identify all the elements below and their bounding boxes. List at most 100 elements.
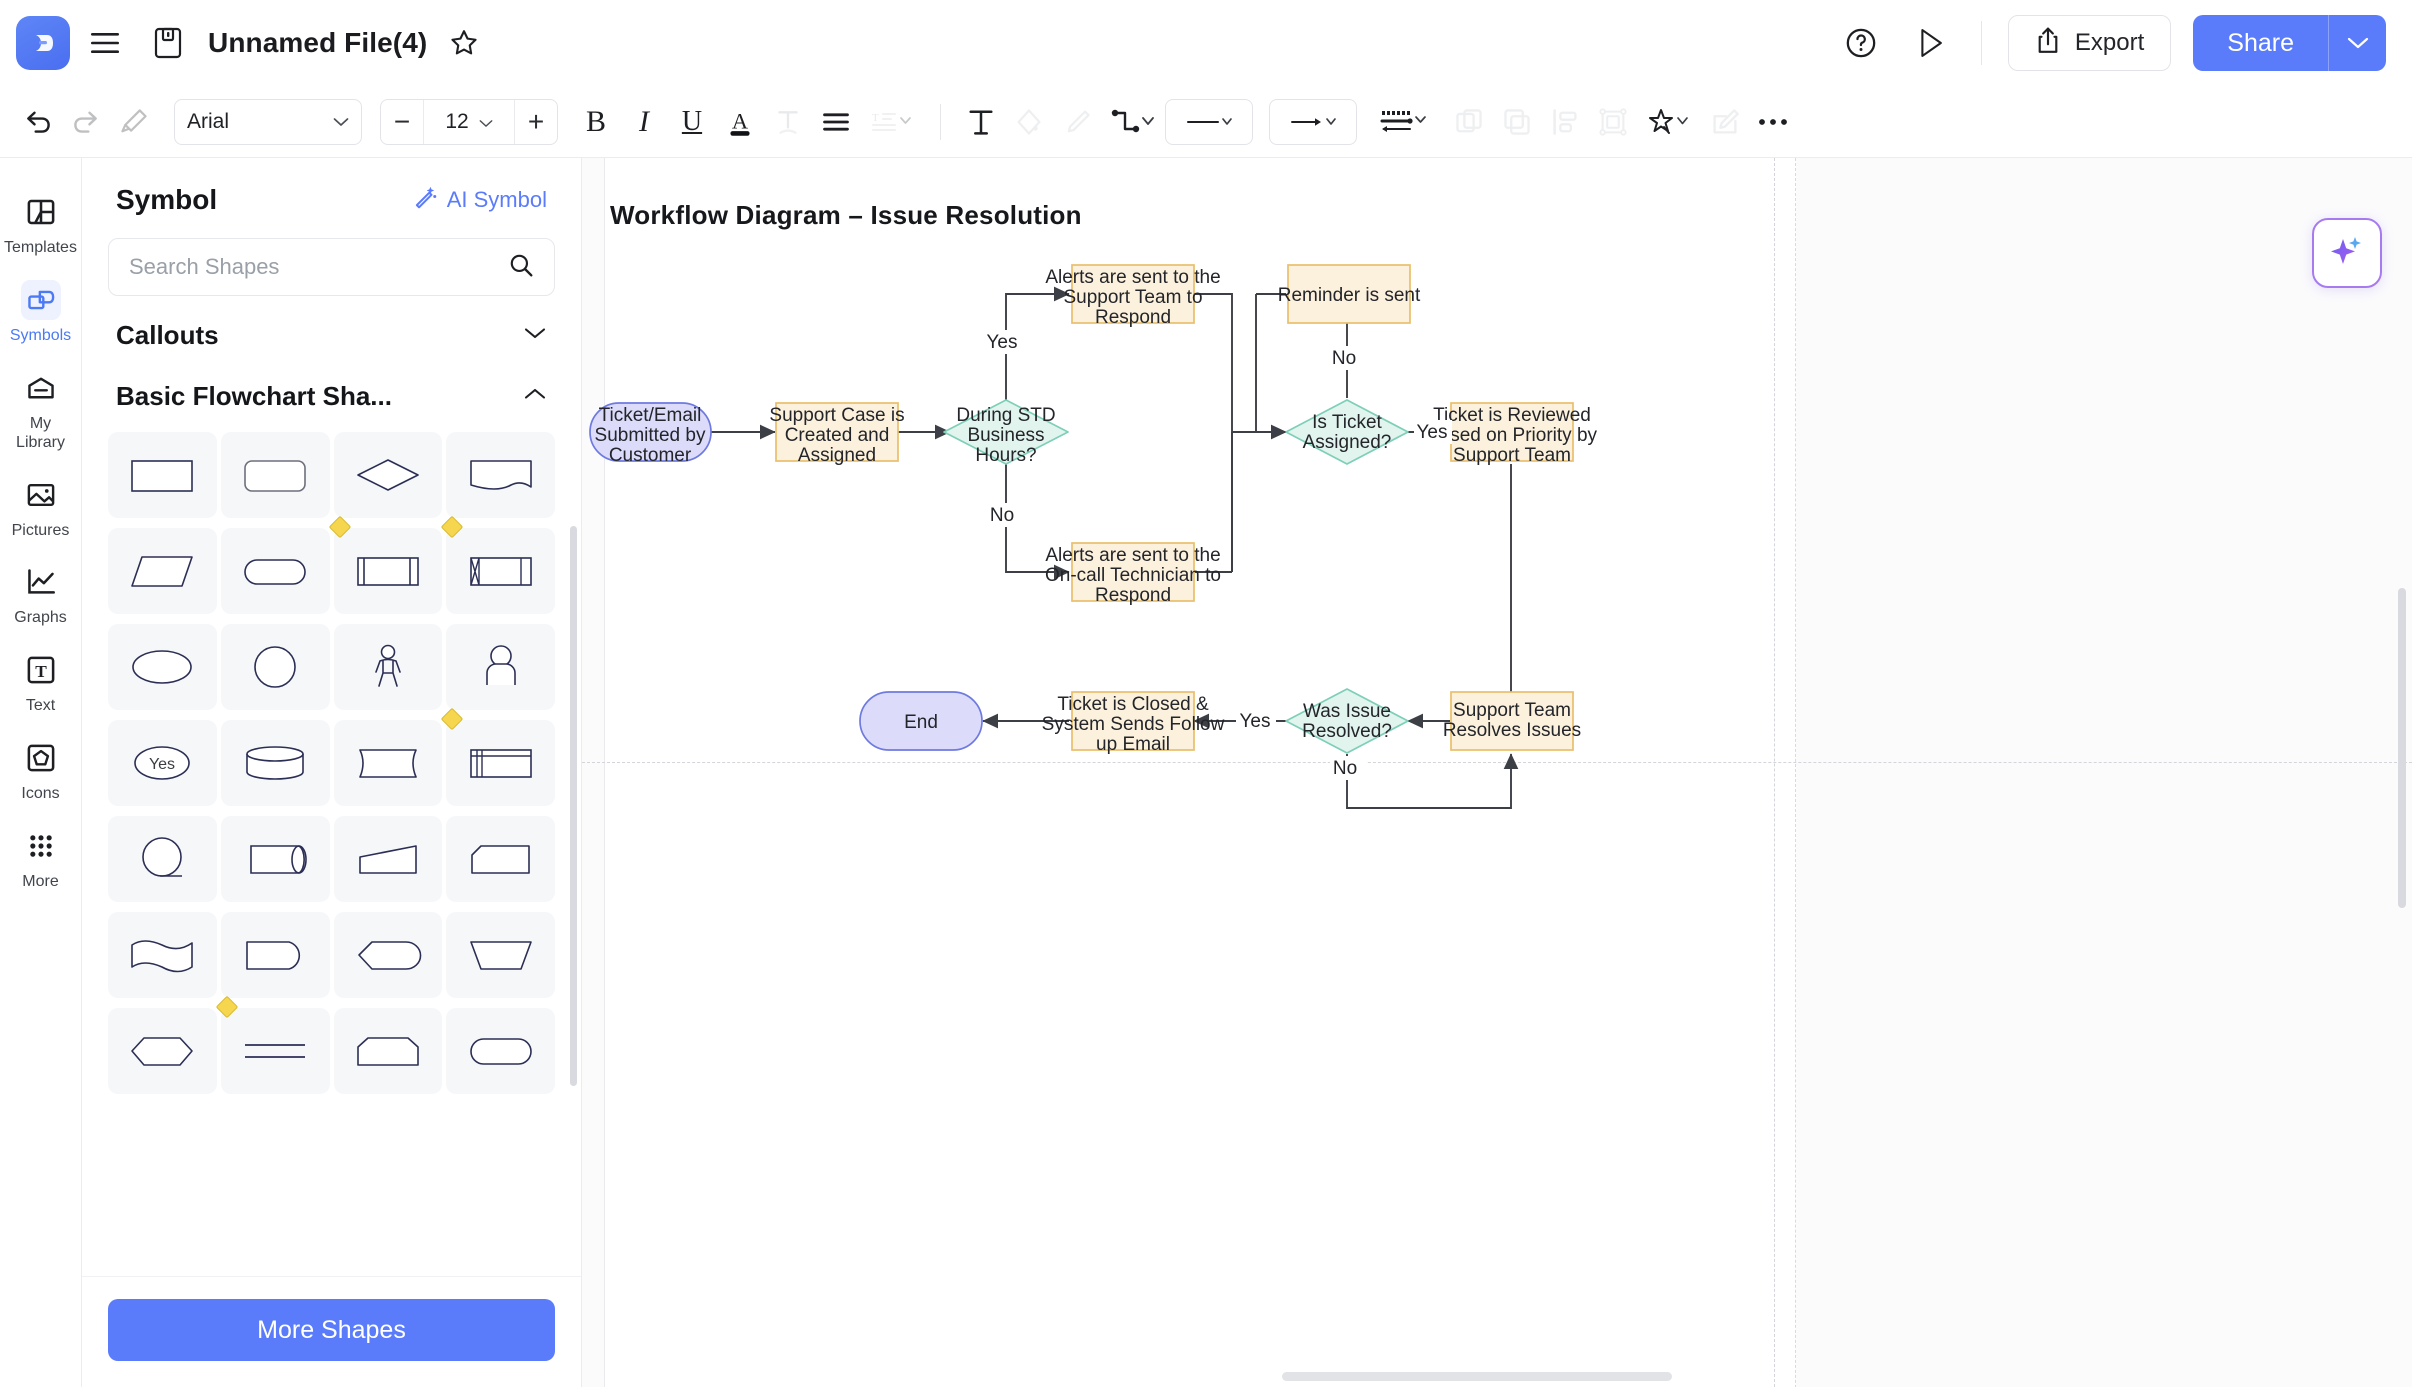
shape-hexagon-preparation[interactable] (108, 1008, 217, 1094)
format-toolbar: Arial − 12 + B I U A T (0, 86, 2412, 158)
paint-bucket-icon[interactable] (1005, 98, 1053, 146)
shape-stadium-terminator[interactable] (220, 528, 330, 614)
undo-arrow-icon[interactable] (14, 98, 62, 146)
format-painter-icon[interactable] (110, 98, 158, 146)
arrow-style-select[interactable] (1269, 98, 1357, 145)
shape-circle-connector[interactable] (108, 816, 217, 902)
file-title[interactable]: Unnamed File(4) (208, 27, 427, 59)
connector-route-icon[interactable] (1101, 98, 1165, 146)
shape-parallelogram-data[interactable] (108, 528, 217, 614)
rail-item-graphs[interactable]: Graphs (4, 554, 78, 638)
shape-bullet-shape[interactable] (333, 912, 443, 998)
shape-tape-card[interactable] (333, 720, 443, 806)
bring-forward-icon[interactable] (1445, 98, 1493, 146)
rail-item-text[interactable]: T Text (4, 642, 78, 726)
svg-text:Support Team: Support Team (1453, 700, 1571, 721)
magic-star-icon[interactable] (1637, 98, 1701, 146)
underline-button[interactable]: U (668, 98, 716, 146)
shape-wave-flag[interactable] (108, 912, 217, 998)
star-outline-icon[interactable] (441, 20, 487, 66)
node-reminder-sent: Reminder is sent (1278, 264, 1421, 324)
shape-group-callouts[interactable]: Callouts (82, 296, 581, 371)
svg-text:Respond: Respond (1095, 307, 1171, 328)
font-size-select[interactable]: 12 (423, 99, 515, 144)
app-header: Unnamed File(4) Export Share (0, 0, 2412, 86)
font-color-button[interactable]: A (716, 98, 764, 146)
svg-text:During STD: During STD (956, 405, 1055, 426)
save-disk-icon[interactable] (144, 19, 192, 67)
group-objects-icon[interactable] (1589, 98, 1637, 146)
shape-octagon-corner[interactable] (333, 1008, 443, 1094)
shape-actor-person[interactable] (333, 624, 443, 710)
duplicate-layers-icon[interactable] (1493, 98, 1541, 146)
symbol-panel-scrollbar[interactable] (570, 526, 577, 1086)
node-during-std-hours: During STD Business Hours? (943, 399, 1069, 466)
search-shapes-box[interactable] (108, 238, 555, 296)
shape-pill-rounded[interactable] (446, 1008, 555, 1094)
share-upload-icon (2035, 26, 2061, 61)
align-objects-icon[interactable] (1541, 98, 1589, 146)
shape-predefined-process[interactable] (328, 515, 443, 614)
shape-table-grid[interactable] (440, 707, 555, 806)
shape-database-cylinder[interactable] (220, 720, 330, 806)
redo-arrow-icon[interactable] (62, 98, 110, 146)
canvas-horizontal-scrollbar[interactable] (1282, 1372, 1672, 1381)
svg-text:Resolved?: Resolved? (1302, 721, 1392, 742)
edit-pencil-icon[interactable] (1701, 98, 1749, 146)
font-family-select[interactable]: Arial (174, 98, 362, 145)
play-triangle-icon[interactable] (1907, 19, 1955, 67)
shape-document-wave[interactable] (446, 432, 555, 518)
share-button[interactable]: Share (2193, 15, 2328, 71)
shape-internal-storage[interactable] (440, 515, 555, 614)
rail-item-icons[interactable]: Icons (4, 730, 78, 814)
line-spacing-icon[interactable]: T (860, 98, 924, 146)
shape-user-bust[interactable] (446, 624, 555, 710)
shape-rounded-rectangle[interactable] (220, 432, 330, 518)
text-box-icon[interactable] (957, 98, 1005, 146)
shape-trapezoid-ramp[interactable] (333, 816, 443, 902)
share-dropdown-chevron-down-icon[interactable] (2328, 15, 2386, 71)
export-button[interactable]: Export (2007, 15, 2172, 71)
more-horizontal-icon[interactable] (1749, 98, 1797, 146)
more-shapes-button[interactable]: More Shapes (108, 1299, 555, 1361)
edraw-logo-icon[interactable] (16, 16, 70, 70)
symbol-panel-scroll[interactable]: Callouts Basic Flowchart Sha... Yes (82, 296, 581, 1276)
line-weight-icon[interactable] (1371, 98, 1437, 146)
edraw-app-window: Unnamed File(4) Export Share Arial − 12 … (0, 0, 2412, 1387)
canvas-vertical-scrollbar[interactable] (2398, 588, 2406, 908)
shape-ellipse[interactable] (108, 624, 217, 710)
help-circle-icon[interactable] (1837, 19, 1885, 67)
shape-diamond-decision[interactable] (333, 432, 443, 518)
node-support-case: Support Case is Created and Assigned (769, 402, 905, 466)
shape-trapezoid-manual-op[interactable] (446, 912, 555, 998)
ai-symbol-button[interactable]: AI Symbol (412, 184, 547, 216)
app-body: Templates Symbols My Library Pictures Gr… (0, 158, 2412, 1387)
rail-item-templates[interactable]: Templates (4, 184, 78, 268)
shape-rectangle[interactable] (108, 432, 217, 518)
shape-circle[interactable] (220, 624, 330, 710)
rail-item-my-library[interactable]: My Library (4, 360, 78, 463)
shape-cut-corner-rect[interactable] (446, 816, 555, 902)
rail-item-pictures[interactable]: Pictures (4, 467, 78, 551)
font-size-increase-button[interactable]: + (515, 100, 557, 144)
brush-icon[interactable] (1053, 98, 1101, 146)
shape-double-line[interactable] (215, 995, 330, 1094)
diagram-canvas[interactable]: Workflow Diagram – Issue Resolution Tick… (582, 158, 2412, 1387)
shape-group-basic-flowchart[interactable]: Basic Flowchart Sha... (82, 371, 581, 432)
graphs-chart-icon (21, 562, 61, 602)
hamburger-menu-icon[interactable] (80, 18, 130, 68)
search-icon[interactable] (508, 252, 534, 283)
shape-delay-rounded[interactable] (220, 912, 330, 998)
rail-item-symbols[interactable]: Symbols (4, 272, 78, 356)
rail-item-more[interactable]: More (4, 818, 78, 902)
bold-button[interactable]: B (572, 98, 620, 146)
font-size-decrease-button[interactable]: − (381, 100, 423, 144)
search-input[interactable] (129, 254, 498, 280)
ai-assistant-button[interactable] (2312, 218, 2382, 288)
shape-cylinder-horizontal[interactable] (220, 816, 330, 902)
line-style-select[interactable] (1165, 98, 1253, 145)
italic-button[interactable]: I (620, 98, 668, 146)
text-shadow-icon[interactable] (764, 98, 812, 146)
align-center-icon[interactable] (812, 98, 860, 146)
shape-ellipse-yes[interactable]: Yes (108, 720, 217, 806)
